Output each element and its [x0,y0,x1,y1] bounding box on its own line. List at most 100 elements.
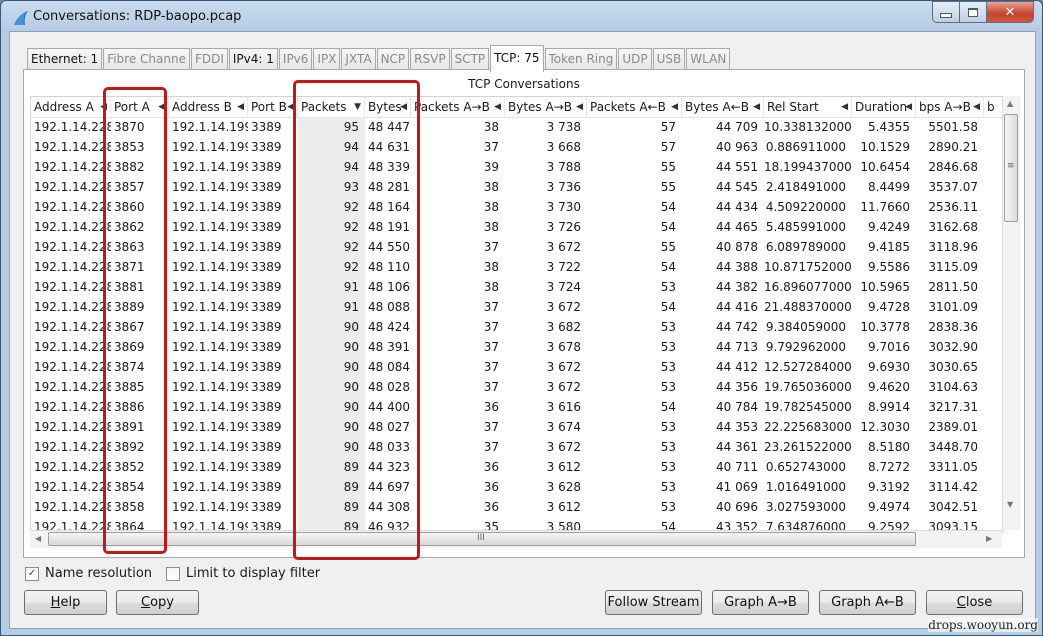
table-row[interactable]: 192.1.14.228 3885 192.1.14.199 3389 90 48 028… [31,377,1003,397]
tab-rsvp[interactable]: RSVP [410,48,450,70]
cell-bytes-a-b: 44 713 [716,340,758,354]
close-button[interactable]: Close [926,590,1023,615]
cell-duration: 10.1529 [860,140,910,154]
column-header-label: Duration [855,100,908,114]
limit-display-filter-label[interactable]: Limit to display filter [186,566,320,581]
tab-token-ring[interactable]: Token Ring [544,48,618,70]
help-button[interactable]: Help [24,590,107,615]
tab-usb[interactable]: USB [652,48,686,70]
horizontal-scroll-thumb[interactable]: III [48,532,916,546]
cell-rel-start: 1.016491000 [765,480,846,494]
column-header-packets-a-b[interactable]: Packets A→B ◀ [411,97,505,117]
column-header-address-b[interactable]: Address B ◀ [169,97,248,117]
scroll-up-icon[interactable]: ▲ [1007,99,1013,108]
column-header-packets-a-b[interactable]: Packets A←B ◀ [587,97,682,117]
tab-ipx[interactable]: IPX [313,48,341,70]
table-row[interactable]: 192.1.14.228 3881 192.1.14.199 3389 91 48 106… [31,277,1003,297]
cell-rel-start: 21.488370000 [764,300,852,314]
table-row[interactable]: 192.1.14.228 3892 192.1.14.199 3389 90 48 033… [31,437,1003,457]
column-header-packets[interactable]: Packets ▼ [298,97,365,117]
table-row[interactable]: 192.1.14.228 3853 192.1.14.199 3389 94 44 631… [31,137,1003,157]
column-header-bytes-a-b[interactable]: Bytes A←B ◀ [682,97,764,117]
table-row[interactable]: 192.1.14.228 3857 192.1.14.199 3389 93 48 281… [31,177,1003,197]
cell-bytes: 48 339 [368,160,410,174]
tab-ncp[interactable]: NCP [376,48,410,70]
column-header-bytes-a-b[interactable]: Bytes A→B ◀ [505,97,587,117]
cell-port-b: 3389 [251,220,282,234]
scroll-down-icon[interactable]: ▼ [1007,500,1013,509]
tab-sctp[interactable]: SCTP [450,48,490,70]
cell-port-b: 3389 [251,500,282,514]
tab-ipv6[interactable]: IPv6 [278,48,313,70]
vertical-scroll-thumb[interactable]: ≡ [1004,114,1018,222]
limit-display-filter-checkbox[interactable] [166,566,181,581]
cell-duration: 8.4499 [868,180,910,194]
table-row[interactable]: 192.1.14.228 3867 192.1.14.199 3389 90 48 424… [31,317,1003,337]
column-header-duration[interactable]: Duration ◀ [852,97,916,117]
name-resolution-checkbox[interactable]: ✓ [25,566,39,581]
table-row[interactable]: 192.1.14.228 3854 192.1.14.199 3389 89 44 697… [31,477,1003,497]
table-row[interactable]: 192.1.14.228 3869 192.1.14.199 3389 90 48 391… [31,337,1003,357]
scroll-right-icon[interactable]: ▶ [986,534,992,543]
table-row[interactable]: 192.1.14.228 3852 192.1.14.199 3389 89 44 323… [31,457,1003,477]
column-header-port-b[interactable]: Port B ◀ [248,97,298,117]
table-row[interactable]: 192.1.14.228 3862 192.1.14.199 3389 92 48 191… [31,217,1003,237]
vertical-scrollbar[interactable]: ▲ ≡ ▼ [1002,96,1020,530]
table-row[interactable]: 192.1.14.228 3858 192.1.14.199 3389 89 44 308… [31,497,1003,517]
cell-bps-a-b: 2890.21 [928,140,978,154]
sort-indicator-icon: ◀ [671,102,678,112]
table-row[interactable]: 192.1.14.228 3889 192.1.14.199 3389 91 48 088… [31,297,1003,317]
table-row[interactable]: 192.1.14.228 3871 192.1.14.199 3389 92 48 110… [31,257,1003,277]
tab-fibre-channe[interactable]: Fibre Channe [103,48,190,70]
column-header-rel-start[interactable]: Rel Start ◀ [764,97,852,117]
tab-panel-tcp: TCP Conversations Address A ◀ Port A ◀ Addre… [23,69,1025,558]
maximize-button[interactable] [960,1,987,23]
column-header-port-a[interactable]: Port A ◀ [111,97,169,117]
table-row[interactable]: 192.1.14.228 3882 192.1.14.199 3389 94 48 339… [31,157,1003,177]
column-header-bytes[interactable]: Bytes ◀ [365,97,411,117]
cell-port-a: 3871 [114,260,145,274]
close-window-button[interactable]: ✕ [987,1,1034,23]
cell-bps-a-b: 2811.50 [928,280,978,294]
cell-rel-start: 10.871752000 [764,260,852,274]
table-row[interactable]: 192.1.14.228 3886 192.1.14.199 3389 90 44 400… [31,397,1003,417]
copy-button[interactable]: Copy [116,590,199,615]
column-header-b[interactable]: b [984,97,1003,117]
cell-bytes-a-b: 3 672 [546,360,581,374]
name-resolution-label[interactable]: Name resolution [45,566,152,581]
table-row[interactable]: 192.1.14.228 3891 192.1.14.199 3389 90 48 027… [31,417,1003,437]
follow-stream-button[interactable]: Follow Stream [605,590,702,615]
cell-port-a: 3852 [114,460,145,474]
cell-duration: 10.3778 [860,320,910,334]
cell-port-a: 3882 [114,160,145,174]
cell-address-a: 192.1.14.228 [34,400,111,414]
cell-address-b: 192.1.14.199 [172,340,248,354]
tab-wlan[interactable]: WLAN [686,48,731,70]
cell-bytes-a-b: 3 788 [546,160,581,174]
table-row[interactable]: 192.1.14.228 3863 192.1.14.199 3389 92 44 550… [31,237,1003,257]
minimize-button[interactable] [932,1,960,23]
scroll-left-icon[interactable]: ◀ [35,534,41,543]
cell-port-a: 3869 [114,340,145,354]
title-bar[interactable]: Conversations: RDP-baopo.pcap ✕ [1,1,1042,33]
cell-duration: 5.4355 [868,120,910,134]
tab-ipv4-1[interactable]: IPv4: 1 [228,48,278,70]
column-header-label: Packets A→B [414,100,490,114]
column-header-bps-a-b[interactable]: bps A→B ◀ [916,97,984,117]
horizontal-scrollbar[interactable]: ◀ III ▶ [30,530,1002,548]
table-row[interactable]: 192.1.14.228 3874 192.1.14.199 3389 90 48 084… [31,357,1003,377]
cell-rel-start: 19.782545000 [764,400,852,414]
tab-udp[interactable]: UDP [618,48,652,70]
tab-jxta[interactable]: JXTA [341,48,376,70]
tab-tcp-75[interactable]: TCP: 75 [490,45,544,72]
graph-b-to-a-button[interactable]: Graph A←B [819,590,916,615]
graph-a-to-b-button[interactable]: Graph A→B [712,590,809,615]
cell-port-b: 3389 [251,360,282,374]
tab-ethernet-1[interactable]: Ethernet: 1 [27,48,103,70]
table-row[interactable]: 192.1.14.228 3860 192.1.14.199 3389 92 48 164… [31,197,1003,217]
cell-rel-start: 19.765036000 [764,380,852,394]
tab-fddi[interactable]: FDDI [190,48,228,70]
table-row[interactable]: 192.1.14.228 3870 192.1.14.199 3389 95 48 447… [31,117,1003,137]
cell-packets-a-b: 54 [660,400,676,414]
column-header-address-a[interactable]: Address A ◀ [31,97,111,117]
